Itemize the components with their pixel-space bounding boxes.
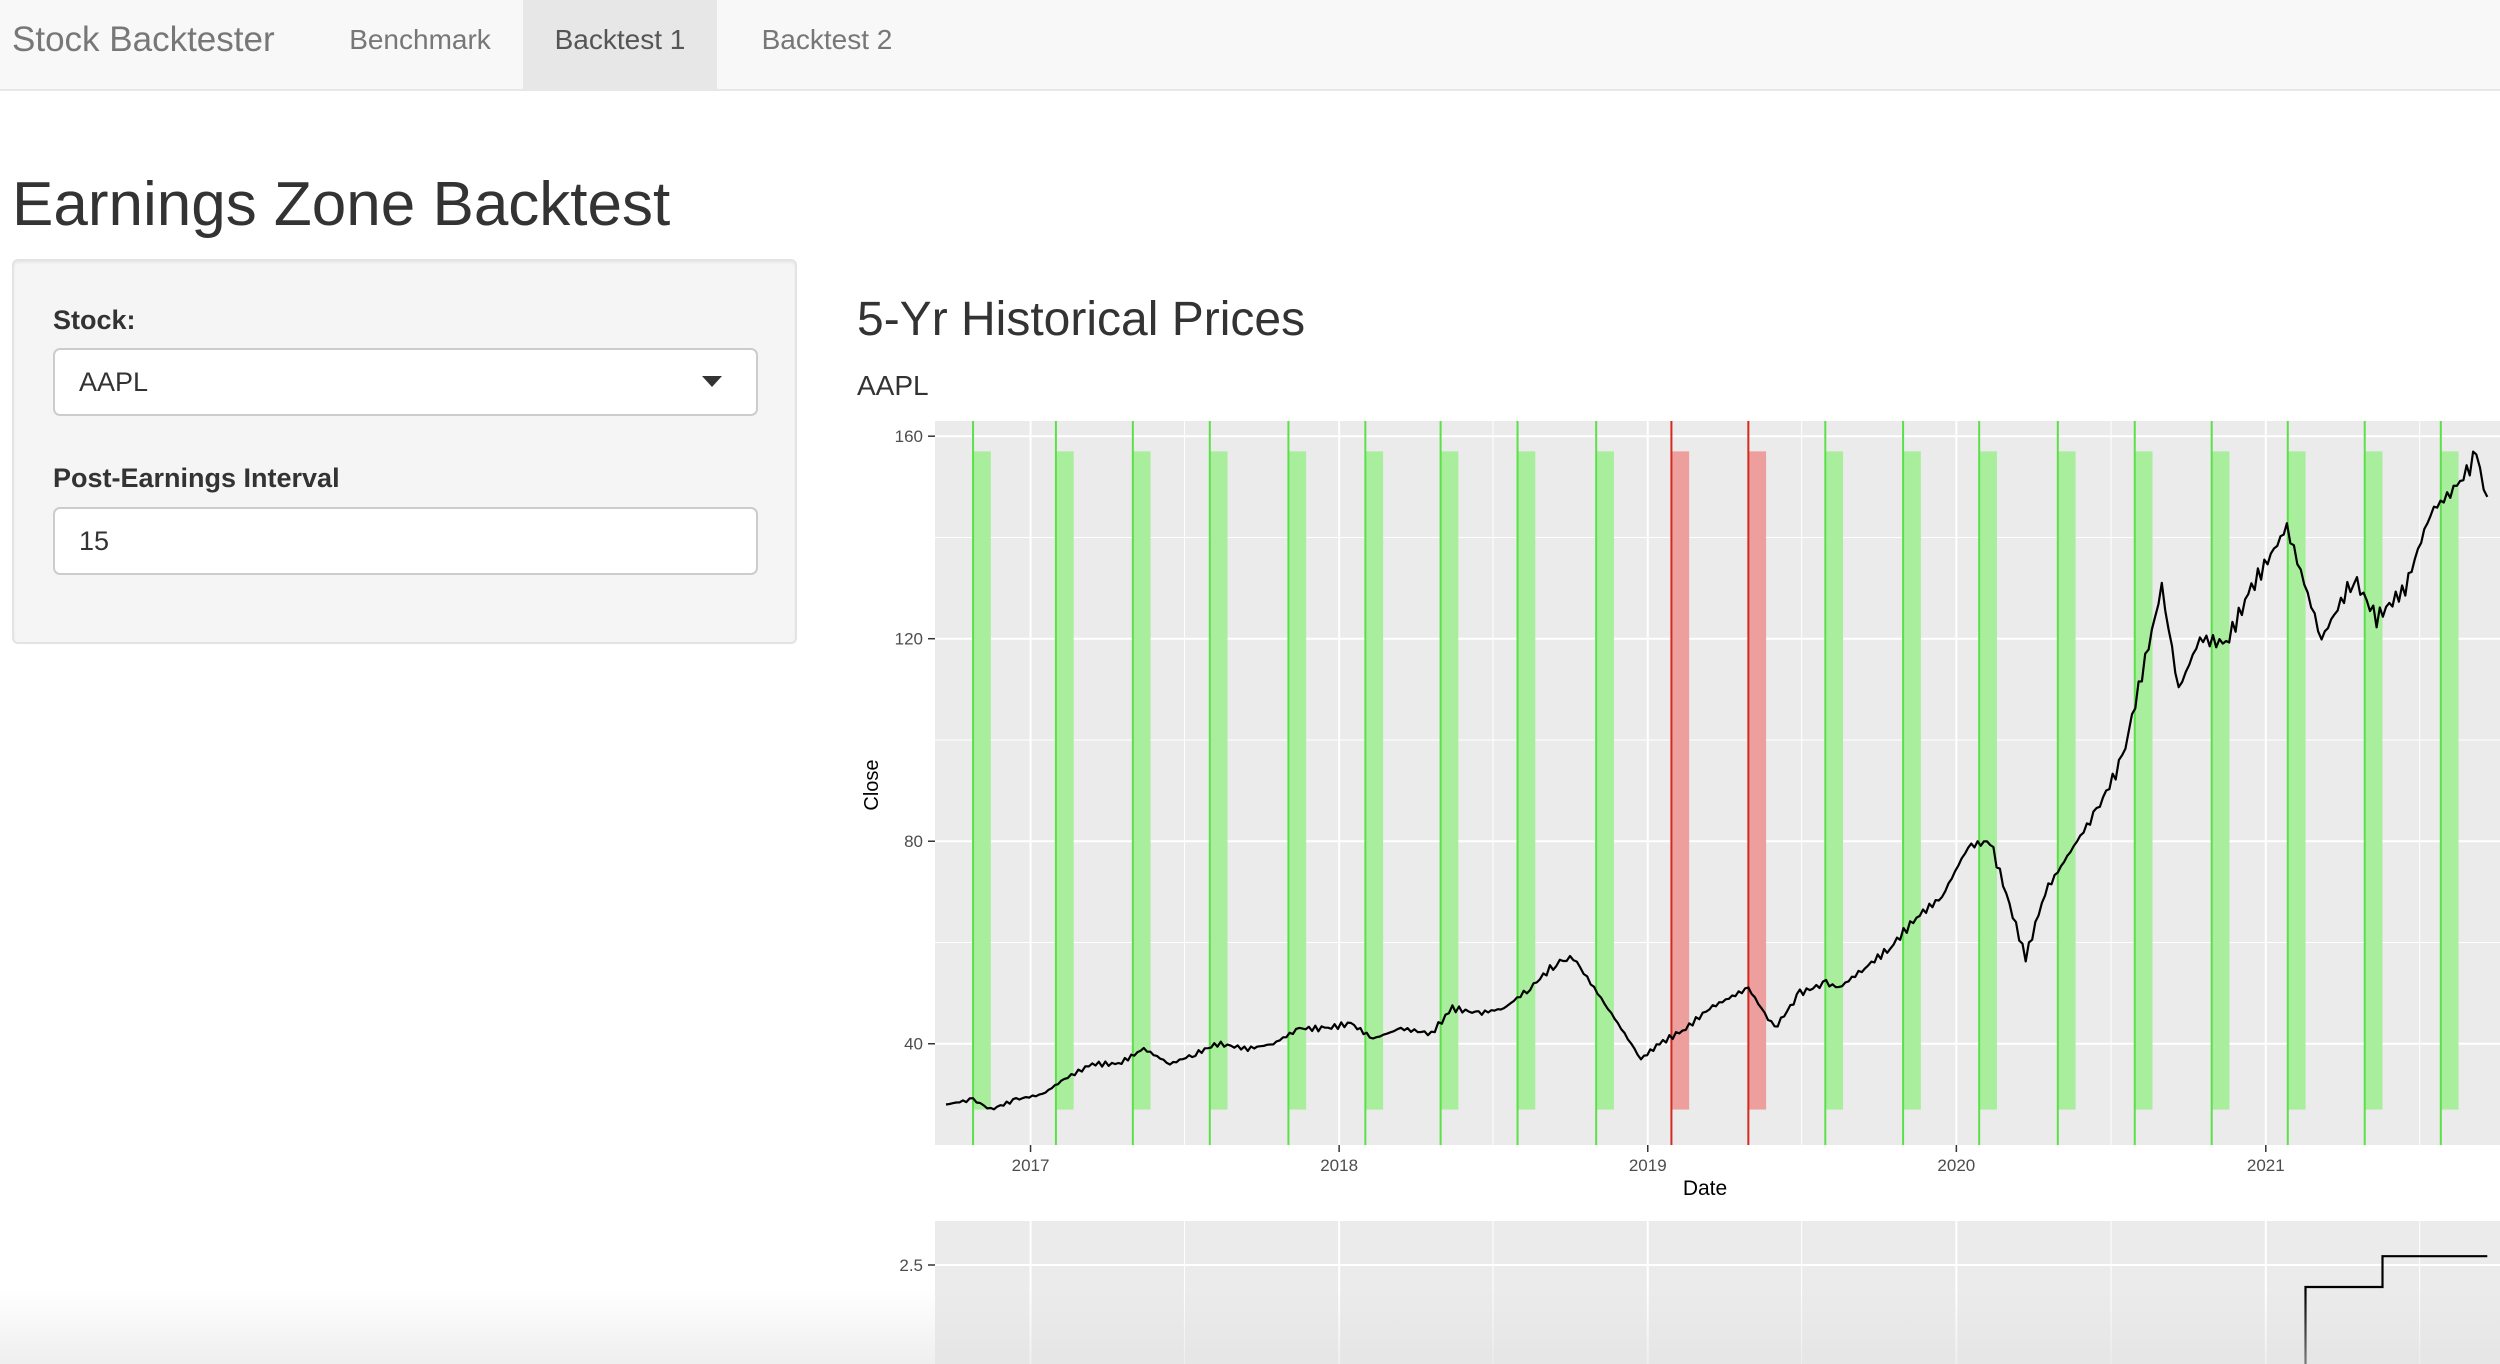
gain-zone <box>2440 451 2459 1110</box>
gain-zone <box>1209 451 1228 1110</box>
gain-zone <box>1903 451 1921 1110</box>
gain-zone <box>1596 451 1614 1110</box>
x-tick-label: 2020 <box>1937 1156 1975 1175</box>
y-axis-label: Close <box>861 759 883 810</box>
chevron-down-icon[interactable] <box>702 376 722 387</box>
input-panel: Stock: AAPL Post-Earnings Interval <box>12 259 797 644</box>
tab-backtest-2[interactable]: Backtest 2 <box>727 0 927 89</box>
tab-benchmark[interactable]: Benchmark <box>327 0 513 89</box>
gain-zone <box>1825 451 1844 1110</box>
gain-zone <box>973 451 991 1110</box>
gain-zone <box>2364 451 2383 1110</box>
section-title: 5-Yr Historical Prices <box>857 293 1306 346</box>
post-earnings-interval-label: Post-Earnings Interval <box>53 463 340 493</box>
gain-zone <box>2134 451 2153 1110</box>
stock-label: Stock: <box>53 305 136 335</box>
gain-zone <box>1055 451 1074 1110</box>
y-tick-label: 2.5 <box>899 1256 923 1275</box>
stock-select[interactable]: AAPL <box>53 348 758 416</box>
gain-zone <box>1288 451 1307 1110</box>
gain-zone <box>2057 451 2076 1110</box>
x-tick-label: 2021 <box>2247 1156 2285 1175</box>
y-tick-label: 40 <box>904 1035 923 1054</box>
y-tick-label: 80 <box>904 832 923 851</box>
gain-zone <box>1979 451 1997 1110</box>
price-chart: 40 80 120 160 2017 2018 2019 2020 2021 Close Dat… <box>861 421 2500 1200</box>
gain-zone <box>2211 451 2230 1110</box>
cumulative-return-chart: 2.5 <box>899 1221 2500 1364</box>
navbar-brand[interactable]: Stock Backtester <box>12 0 275 89</box>
page-title: Earnings Zone Backtest <box>12 170 671 239</box>
post-earnings-interval-input[interactable] <box>53 507 758 575</box>
gain-zone <box>1132 451 1151 1110</box>
tab-backtest-1[interactable]: Backtest 1 <box>523 0 717 89</box>
x-axis-label: Date <box>1683 1177 1727 1200</box>
stock-select-value: AAPL <box>79 367 149 397</box>
y-tick-label: 160 <box>895 427 923 446</box>
x-tick-label: 2017 <box>1012 1156 1050 1175</box>
navbar: Stock Backtester Benchmark Backtest 1 Ba… <box>0 0 2500 91</box>
gain-zone <box>1365 451 1384 1110</box>
gain-zone <box>1517 451 1536 1110</box>
chart-subtitle: AAPL <box>857 370 929 401</box>
y-tick-label: 120 <box>895 630 923 649</box>
x-tick-label: 2019 <box>1629 1156 1667 1175</box>
gain-zone <box>2287 451 2306 1110</box>
loss-zone <box>1671 451 1690 1110</box>
x-tick-label: 2018 <box>1320 1156 1358 1175</box>
